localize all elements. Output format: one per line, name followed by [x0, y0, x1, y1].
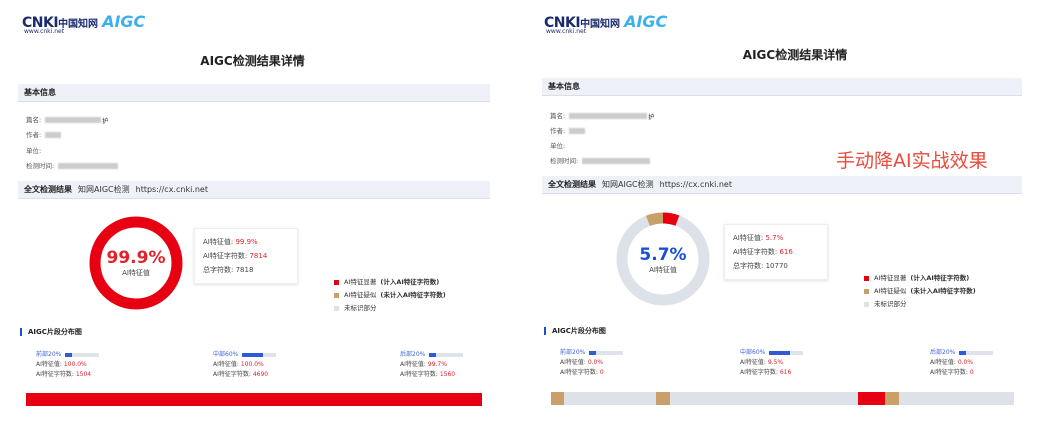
paper-title-row: 篇名: 护 [26, 116, 109, 125]
segment-middle: 中部60% AI特征值: 9.5% AI特征字符数: 616 [740, 348, 804, 378]
ai-value-stat: AI特征值: 5.7% [733, 234, 784, 242]
legend-swatch-gray [334, 305, 339, 311]
legend-swatch-gray [864, 301, 869, 307]
paper-title-row: 篇名: 护 [550, 112, 655, 121]
fragment-distribution-strip [26, 393, 482, 406]
author-row: 作者: [550, 125, 586, 135]
segment-front: 前部20% AI特征值: 100.0% AI特征字符数: 1504 [36, 350, 100, 380]
total-chars-stat: 总字符数: 10770 [733, 262, 788, 270]
segment-bar-fill [959, 350, 967, 355]
segment-bar-fill [429, 352, 437, 357]
fulltext-header: 全文检测结果 知网AIGC检测 https://cx.cnki.net [18, 181, 490, 199]
fragment-distribution-strip [551, 392, 1014, 405]
unit-row: 单位: [550, 142, 566, 150]
legend-item: AI特征显著 (计入AI特征字符数) [864, 272, 976, 285]
ai-chars-stat: AI特征字符数: 7814 [203, 252, 268, 260]
ring-legend: AI特征显著 (计入AI特征字符数) AI特征疑似 (未计入AI特征字符数) 未标识… [334, 276, 446, 315]
segment-back: 后部20% AI特征值: 0.0% AI特征字符数: 0 [930, 348, 994, 378]
legend-item: 未标识部分 [334, 302, 446, 315]
ai-chars-stat: AI特征字符数: 616 [733, 248, 793, 256]
legend-item: AI特征显著 (计入AI特征字符数) [334, 276, 446, 289]
ai-score-value: 5.7% AI特征值 [639, 245, 687, 274]
strip-significant-fragment [858, 392, 885, 405]
fulltext-header: 全文检测结果 知网AIGC检测 https://cx.cnki.net [542, 176, 1022, 194]
segment-bar-fill [65, 352, 73, 357]
legend-swatch-tan [334, 292, 339, 298]
ring-legend: AI特征显著 (计入AI特征字符数) AI特征疑似 (未计入AI特征字符数) 未标识… [864, 272, 976, 311]
segment-bar-fill [242, 352, 263, 357]
legend-item: AI特征疑似 (未计入AI特征字符数) [864, 285, 976, 298]
ai-value-stat: AI特征值: 99.9% [203, 238, 258, 246]
author-row: 作者: [26, 129, 62, 139]
stats-box: AI特征值: 5.7% AI特征字符数: 616 总字符数: 10770 [724, 224, 828, 280]
report-panel-after: CNKI中国知网 AIGC www.cnki.net AIGC检测结果详情 基本信… [530, 0, 1060, 422]
segment-back: 后部20% AI特征值: 99.7% AI特征字符数: 1560 [400, 350, 464, 380]
segment-middle: 中部60% AI特征值: 100.0% AI特征字符数: 4690 [213, 350, 277, 380]
stats-box: AI特征值: 99.9% AI特征字符数: 7814 总字符数: 7818 [194, 228, 298, 284]
distribution-title: AIGC片段分布图 [20, 327, 82, 337]
report-panel-before: CNKI中国知网 AIGC www.cnki.net AIGC检测结果详情 基本信… [0, 0, 505, 422]
basic-info-header: 基本信息 [542, 78, 1022, 96]
check-time-row: 检测时间: [550, 155, 651, 165]
strip-suspected-fragment [656, 392, 670, 405]
overlay-caption: 手动降AI实战效果 [836, 150, 988, 172]
check-time-row: 检测时间: [26, 160, 119, 170]
legend-item: 未标识部分 [864, 298, 976, 311]
cnki-aigc-logo: CNKI中国知网 AIGC www.cnki.net [544, 12, 668, 35]
distribution-title: AIGC片段分布图 [544, 326, 606, 336]
legend-swatch-red [864, 275, 869, 281]
cnki-aigc-logo: CNKI中国知网 AIGC www.cnki.net [22, 12, 146, 35]
segment-bar-fill [589, 350, 597, 355]
legend-swatch-red [334, 279, 339, 285]
legend-item: AI特征疑似 (未计入AI特征字符数) [334, 289, 446, 302]
strip-suspected-fragment [551, 392, 564, 405]
ai-score-value: 99.9% AI特征值 [106, 248, 166, 277]
unit-row: 单位: [26, 147, 42, 155]
page-title: AIGC检测结果详情 [742, 48, 848, 62]
legend-swatch-tan [864, 288, 869, 294]
basic-info-header: 基本信息 [18, 84, 490, 102]
strip-suspected-fragment [885, 392, 899, 405]
total-chars-stat: 总字符数: 7818 [203, 266, 254, 274]
segment-front: 前部20% AI特征值: 0.0% AI特征字符数: 0 [560, 348, 624, 378]
segment-bar-fill [769, 350, 790, 355]
page-title: AIGC检测结果详情 [200, 54, 305, 68]
